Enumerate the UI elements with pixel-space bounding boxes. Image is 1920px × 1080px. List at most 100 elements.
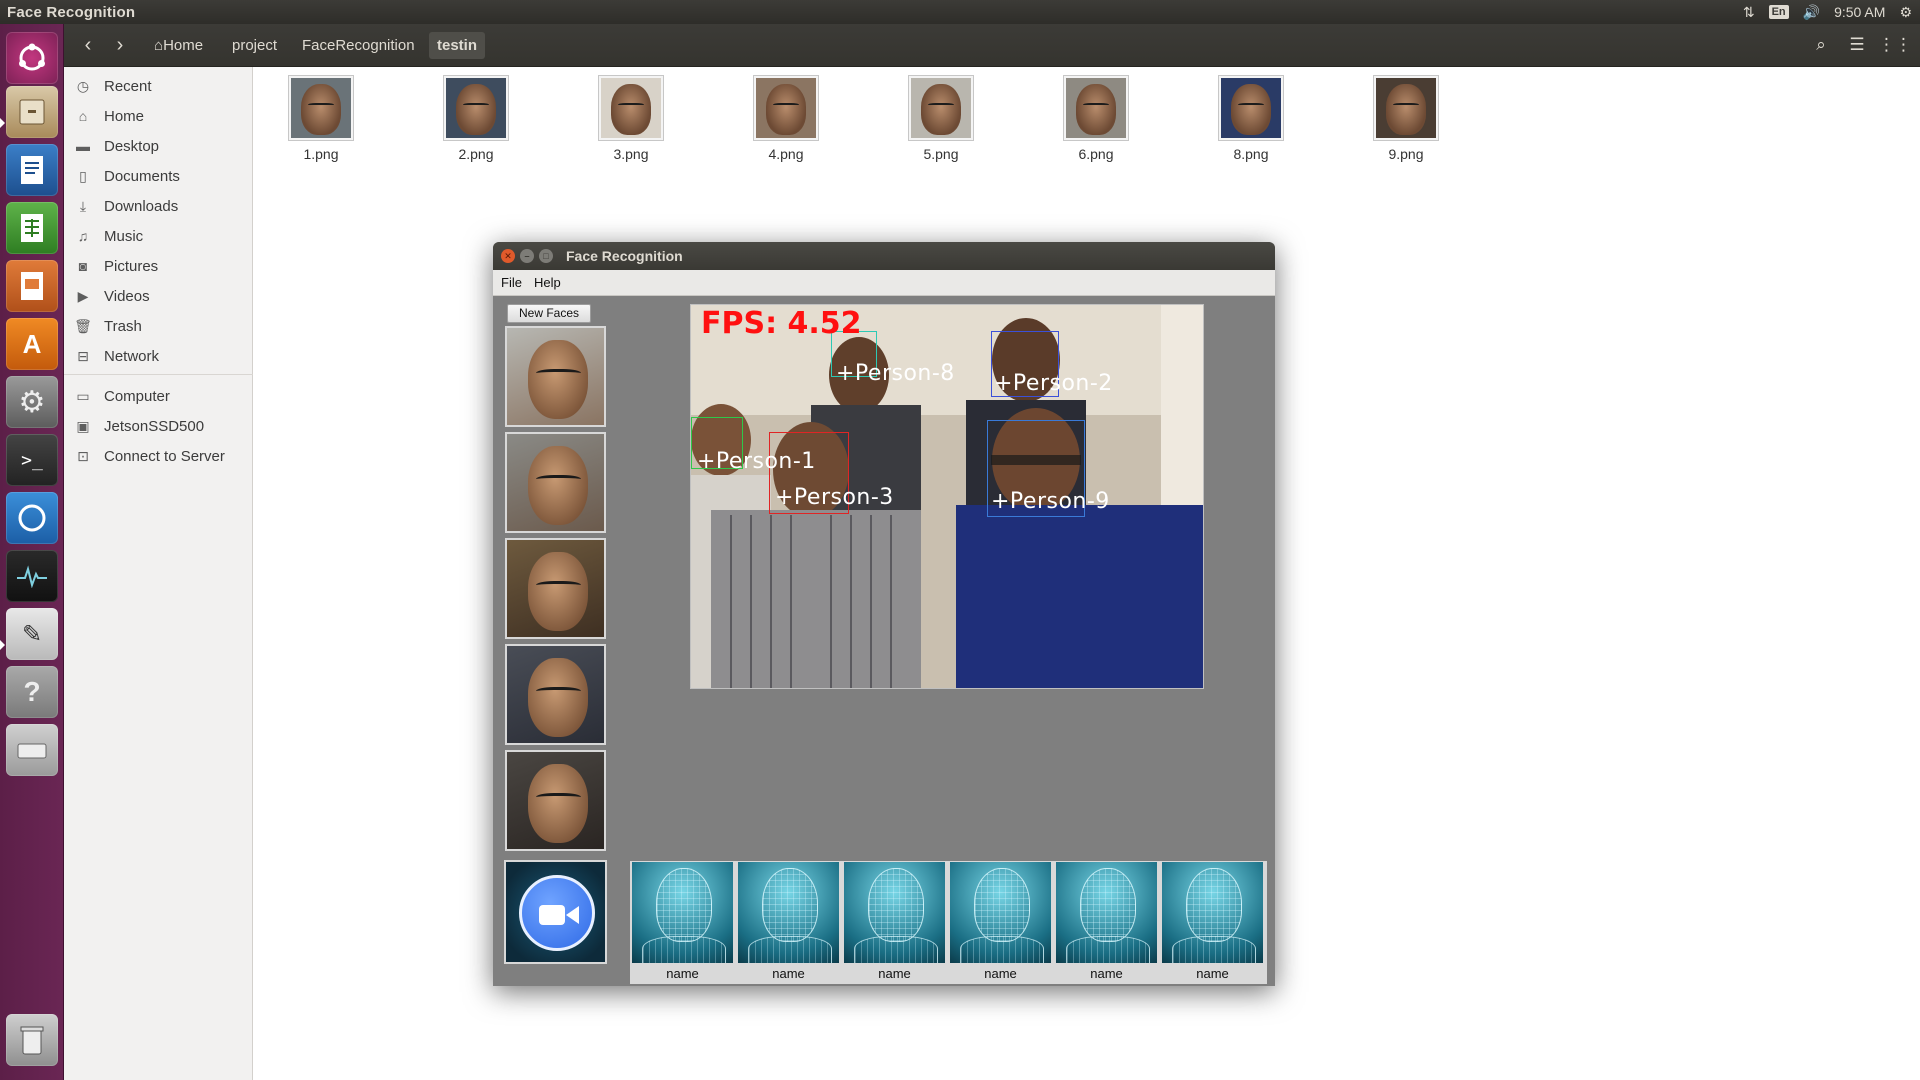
new-face-thumbnail[interactable] <box>505 326 606 427</box>
running-indicator <box>0 118 5 128</box>
window-titlebar[interactable]: ✕ – □ Face Recognition <box>493 242 1275 270</box>
known-face-name: name <box>984 966 1017 981</box>
close-icon[interactable]: ✕ <box>501 249 515 263</box>
power-gear-icon[interactable]: ⚙ <box>1899 4 1912 21</box>
breadcrumb-home[interactable]: ⌂Home <box>146 32 211 59</box>
sidebar-item-computer[interactable]: ▭ Computer <box>72 382 247 410</box>
help-icon[interactable]: ? <box>6 666 58 718</box>
sidebar-item-recent[interactable]: ◷ Recent <box>72 72 247 100</box>
file-2-png[interactable]: 2.png <box>421 75 531 162</box>
sidebar-item-trash[interactable]: 🗑 Trash <box>72 312 247 340</box>
clock-icon: ◷ <box>76 77 90 94</box>
video-camera-icon <box>519 875 595 951</box>
new-face-thumbnail[interactable] <box>505 538 606 639</box>
wireframe-face-image <box>1162 862 1263 963</box>
image-thumbnail <box>443 75 509 141</box>
sidebar-item-downloads[interactable]: ⤓ Downloads <box>72 192 247 220</box>
network-transfer-icon[interactable]: ⇅ <box>1743 4 1755 21</box>
forward-button[interactable]: › <box>106 32 134 58</box>
active-app-title: Face Recognition <box>7 3 136 21</box>
known-faces-strip: name name name name name name <box>630 861 1267 984</box>
known-face-name: name <box>666 966 699 981</box>
disk-icon[interactable] <box>6 724 58 776</box>
person-label: +Person-2 <box>994 371 1113 396</box>
sidebar-item-home[interactable]: ⌂ Home <box>72 102 247 130</box>
camera-icon: ◙ <box>78 258 88 274</box>
sidebar-item-desktop[interactable]: ▬ Desktop <box>72 132 247 160</box>
known-face-card[interactable]: name <box>1161 862 1264 983</box>
wireframe-face-image <box>632 862 733 963</box>
known-face-name: name <box>878 966 911 981</box>
file-5-png[interactable]: 5.png <box>886 75 996 162</box>
folder-icon: ▬ <box>76 138 90 154</box>
known-face-card[interactable]: name <box>631 862 734 983</box>
file-9-png[interactable]: 9.png <box>1351 75 1461 162</box>
file-6-png[interactable]: 6.png <box>1041 75 1151 162</box>
shopping-bag-icon[interactable]: A <box>6 318 58 370</box>
settings-gear-icon[interactable]: ⚙ <box>6 376 58 428</box>
known-face-card[interactable]: name <box>949 862 1052 983</box>
sidebar-item-network[interactable]: ⊟ Network <box>72 342 247 370</box>
menu-file[interactable]: File <box>501 275 522 290</box>
spreadsheet-icon[interactable] <box>6 202 58 254</box>
breadcrumb-project[interactable]: project <box>224 32 285 59</box>
file-4-png[interactable]: 4.png <box>731 75 841 162</box>
fps-readout: FPS: 4.52 <box>701 306 862 341</box>
sidebar-item-documents[interactable]: ▯ Documents <box>72 162 247 190</box>
music-icon: ♫ <box>77 228 89 244</box>
new-face-thumbnail[interactable] <box>505 750 606 851</box>
indicator-area: ⇅ En 🔊 9:50 AM ⚙ <box>1743 0 1912 24</box>
image-thumbnail <box>1373 75 1439 141</box>
sidebar-item-music[interactable]: ♫ Music <box>72 222 247 250</box>
network-icon: ⊟ <box>77 347 89 364</box>
home-icon: ⌂ <box>154 37 164 54</box>
writer-document-icon[interactable] <box>6 144 58 196</box>
maximize-icon[interactable]: □ <box>539 249 553 263</box>
ubuntu-logo-icon[interactable] <box>6 32 58 84</box>
image-thumbnail <box>1218 75 1284 141</box>
known-face-card[interactable]: name <box>843 862 946 983</box>
image-thumbnail <box>598 75 664 141</box>
file-cabinet-icon[interactable] <box>6 86 58 138</box>
wireframe-face-image <box>844 862 945 963</box>
camera-feed: FPS: 4.52 +Person-8 +Person-2 +Person-1 … <box>690 304 1204 689</box>
search-icon[interactable]: ⌕ <box>1808 33 1834 57</box>
wireframe-face-image <box>950 862 1051 963</box>
new-face-thumbnail[interactable] <box>505 432 606 533</box>
sidebar-item-jetsonssd500[interactable]: ▣ JetsonSSD500 <box>72 412 247 440</box>
breadcrumb-testin[interactable]: testin <box>429 32 486 59</box>
presentation-icon[interactable] <box>6 260 58 312</box>
known-face-card[interactable]: name <box>737 862 840 983</box>
new-face-thumbnail[interactable] <box>505 644 606 745</box>
grid-view-icon[interactable]: ⋮⋮ <box>1878 33 1912 57</box>
sidebar-item-pictures[interactable]: ◙ Pictures <box>72 252 247 280</box>
wireframe-face-image <box>738 862 839 963</box>
clock[interactable]: 9:50 AM <box>1834 4 1885 20</box>
menu-help[interactable]: Help <box>534 275 561 290</box>
known-face-card[interactable]: name <box>1055 862 1158 983</box>
image-thumbnail <box>288 75 354 141</box>
trash-icon[interactable] <box>6 1014 58 1066</box>
new-faces-button[interactable]: New Faces <box>507 304 591 323</box>
breadcrumb-facerecognition[interactable]: FaceRecognition <box>294 32 423 59</box>
sidebar-item-connect-to-server[interactable]: ⊡ Connect to Server <box>72 442 247 470</box>
back-button[interactable]: ‹ <box>74 32 102 58</box>
list-view-icon[interactable]: ☰ <box>1844 33 1870 57</box>
video-icon: ▶ <box>77 287 89 304</box>
browser-icon[interactable] <box>6 492 58 544</box>
drive-icon: ▣ <box>76 417 90 434</box>
image-thumbnail <box>908 75 974 141</box>
text-editor-icon[interactable]: ✎ <box>6 608 58 660</box>
file-1-png[interactable]: 1.png <box>266 75 376 162</box>
activity-monitor-icon[interactable] <box>6 550 58 602</box>
terminal-icon[interactable]: >_ <box>6 434 58 486</box>
sidebar-item-videos[interactable]: ▶ Videos <box>72 282 247 310</box>
minimize-icon[interactable]: – <box>520 249 534 263</box>
face-recognition-window: ✕ – □ Face Recognition File Help New Fac… <box>493 242 1275 986</box>
keyboard-layout-indicator[interactable]: En <box>1768 5 1789 19</box>
file-3-png[interactable]: 3.png <box>576 75 686 162</box>
file-8-png[interactable]: 8.png <box>1196 75 1306 162</box>
person-label: +Person-9 <box>991 489 1110 514</box>
start-camera-button[interactable] <box>504 860 607 964</box>
volume-icon[interactable]: 🔊 <box>1803 4 1820 21</box>
